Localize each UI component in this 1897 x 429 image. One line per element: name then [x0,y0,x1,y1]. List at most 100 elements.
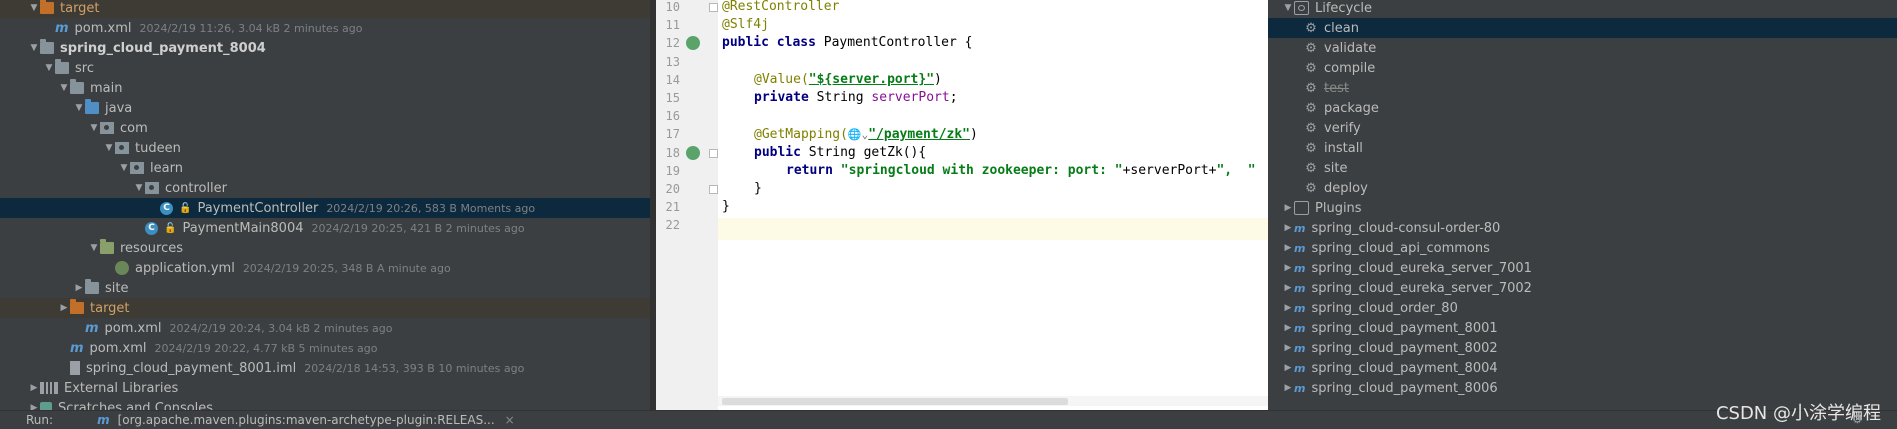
tree-row[interactable]: ▼ spring_cloud_payment_8004 [0,38,656,58]
folder-icon [70,79,84,94]
tree-row[interactable]: ▼ src [0,58,656,78]
tree-row[interactable]: m pom.xml 2024/2/19 20:24, 3.04 kB 2 minut… [0,318,656,338]
chevron-down-icon[interactable]: ▼ [1282,3,1294,13]
tree-row[interactable]: ▼ resources [0,238,656,258]
code-line-15[interactable]: private String serverPort; [754,87,958,109]
tree-row[interactable]: spring_cloud_payment_8001.iml 2024/2/18 1… [0,358,656,378]
tree-row[interactable]: ▼ com [0,118,656,138]
editor-gutter: 10 11 12 13 14 15 16 17 18 19 20 21 22 [656,0,718,410]
maven-row[interactable]: ⚙ clean [1268,18,1897,38]
chevron-right-icon[interactable]: ▶ [73,283,85,293]
current-line-highlight [718,218,1268,240]
file-meta: 2024/2/19 20:24, 3.04 kB 2 minutes ago [169,321,393,335]
chevron-down-icon[interactable]: ▼ [103,143,115,153]
tree-row[interactable]: ▶ External Libraries [0,378,656,398]
gear-icon[interactable]: ⚙ [1852,412,1863,426]
annotation-value: @Value( [754,72,809,87]
maven-row[interactable]: ⚙ test [1268,78,1897,98]
web-endpoint-icon[interactable]: 🌐⌄ [848,128,868,141]
maven-row[interactable]: ⚙ install [1268,138,1897,158]
tree-row[interactable]: ▼ learn [0,158,656,178]
code-line-12[interactable]: public class PaymentController { [722,32,972,54]
code-line-21[interactable]: } [722,196,730,218]
tree-row[interactable]: m pom.xml 2024/2/19 20:22, 4.77 kB 5 minut… [0,338,656,358]
chevron-right-icon[interactable]: ▶ [58,303,70,313]
fold-marker-icon[interactable] [709,148,718,158]
brace: } [754,181,762,196]
chevron-right-icon[interactable]: ▶ [1282,343,1294,353]
maven-row[interactable]: ▶ m spring_cloud_api_commons [1268,238,1897,258]
chevron-right-icon[interactable]: ▶ [1282,303,1294,313]
fold-marker-icon[interactable] [709,3,718,12]
chevron-down-icon[interactable]: ▼ [43,63,55,73]
fold-marker-icon[interactable] [709,185,718,194]
maven-row[interactable]: ⚙ compile [1268,58,1897,78]
chevron-down-icon[interactable]: ▼ [88,123,100,133]
chevron-right-icon[interactable]: ▶ [1282,323,1294,333]
tree-item-label: learn [150,160,183,176]
source-folder-icon [85,99,99,114]
tree-row[interactable]: ▶ site [0,278,656,298]
chevron-down-icon[interactable]: ▼ [58,83,70,93]
tree-row[interactable]: application.yml 2024/2/19 20:25, 348 B A … [0,258,656,278]
brace: } [722,199,730,214]
tree-item-label: com [120,120,148,136]
maven-row[interactable]: ▶ m spring_cloud_payment_8006 [1268,378,1897,398]
chevron-right-icon[interactable]: ▶ [1282,203,1294,213]
close-icon[interactable]: × [505,413,515,427]
maven-row[interactable]: ⚙ package [1268,98,1897,118]
chevron-right-icon[interactable]: ▶ [1282,263,1294,273]
maven-row[interactable]: ⚙ verify [1268,118,1897,138]
code-line-19[interactable]: return "springcloud with zookeeper: port… [786,160,1256,182]
keyword: private [754,90,817,105]
maven-row[interactable]: ▶ m spring_cloud_eureka_server_7002 [1268,278,1897,298]
maven-row[interactable]: ▶ m spring_cloud_order_80 [1268,298,1897,318]
maven-row[interactable]: ▶ Plugins [1268,198,1897,218]
chevron-right-icon[interactable]: ▶ [1282,363,1294,373]
chevron-right-icon[interactable]: ▶ [28,403,40,410]
tree-row[interactable]: C 🔓 PaymentController 2024/2/19 20:26, 583 … [0,198,656,218]
maven-row[interactable]: ▶ m spring_cloud_eureka_server_7001 [1268,258,1897,278]
maven-project-icon: m [1294,381,1306,395]
tree-row[interactable]: ▶ Scratches and Consoles [0,398,656,410]
chevron-right-icon[interactable]: ▶ [1282,283,1294,293]
chevron-down-icon[interactable]: ▼ [118,163,130,173]
chevron-right-icon[interactable]: ▶ [28,383,40,393]
maven-row[interactable]: ⚙ site [1268,158,1897,178]
chevron-right-icon[interactable]: ▶ [1282,243,1294,253]
maven-row[interactable]: ▶ m spring_cloud_payment_8002 [1268,338,1897,358]
chevron-down-icon[interactable]: ▼ [28,43,40,53]
tree-row[interactable]: ▼ java [0,98,656,118]
maven-row[interactable]: ▼ Lifecycle [1268,0,1897,18]
gear-icon: ⚙ [1305,40,1317,56]
chevron-down-icon[interactable]: ▼ [133,183,145,193]
code-line-20[interactable]: } [754,178,762,200]
tree-row[interactable]: ▼ main [0,78,656,98]
maven-row[interactable]: ▶ m spring_cloud-consul-order-80 [1268,218,1897,238]
tree-row[interactable]: ▶ target [0,298,656,318]
tree-row[interactable]: m pom.xml 2024/2/19 11:26, 3.04 kB 2 minut… [0,18,656,38]
maven-row[interactable]: ⚙ validate [1268,38,1897,58]
code-editor[interactable]: 10 11 12 13 14 15 16 17 18 19 20 21 22 @RestControll… [656,0,1268,410]
chevron-right-icon[interactable]: ▶ [1282,223,1294,233]
chevron-down-icon[interactable]: ▼ [73,103,85,113]
maven-row[interactable]: ⚙ deploy [1268,178,1897,198]
spring-bean-icon[interactable] [686,145,700,160]
string-literal: "/payment/zk" [868,127,970,142]
maven-row[interactable]: ▶ m spring_cloud_payment_8004 [1268,358,1897,378]
file-meta: 2024/2/19 11:26, 3.04 kB 2 minutes ago [139,21,363,35]
chevron-down-icon[interactable]: ▼ [88,243,100,253]
tree-row[interactable]: ▼ controller [0,178,656,198]
plugins-icon [1294,201,1309,215]
tree-item-label: resources [120,240,184,256]
tree-row[interactable]: C 🔓 PaymentMain8004 2024/2/19 20:25, 421 B … [0,218,656,238]
maven-row[interactable]: ▶ m spring_cloud_payment_8001 [1268,318,1897,338]
chevron-down-icon[interactable]: ▼ [28,3,40,13]
chevron-right-icon[interactable]: ▶ [1282,383,1294,393]
tree-row[interactable]: ▼ tudeen [0,138,656,158]
file-meta: 2024/2/19 20:25, 348 B A minute ago [242,261,451,275]
horizontal-scrollbar-thumb[interactable] [722,398,1068,405]
run-tab[interactable]: [org.apache.maven.plugins:maven-archetyp… [118,413,495,427]
tree-row[interactable]: ▼ target [0,0,656,18]
spring-bean-icon[interactable] [686,36,700,51]
